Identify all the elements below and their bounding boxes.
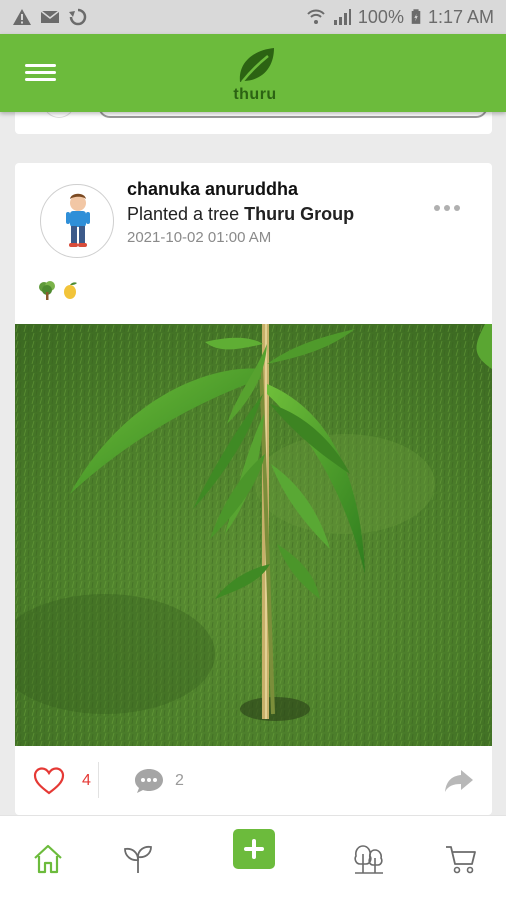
signal-icon — [333, 9, 351, 25]
wifi-icon — [307, 9, 325, 24]
tree-icon — [39, 281, 55, 300]
app-bar: thuru — [0, 34, 506, 112]
more-options-icon[interactable] — [434, 205, 460, 211]
action-text: Planted a tree — [127, 204, 245, 224]
bottom-navigation — [0, 815, 506, 900]
mail-icon — [40, 10, 60, 23]
warning-icon — [13, 9, 31, 25]
mango-sapling-photo — [15, 324, 492, 746]
user-name[interactable]: chanuka anuruddha — [127, 177, 417, 201]
battery-percent: 100% — [357, 6, 404, 27]
post-badges — [37, 279, 79, 301]
clock: 1:17 AM — [427, 6, 494, 27]
post-card: chanuka anuruddha Planted a tree Thuru G… — [15, 163, 492, 815]
logo-text: thuru — [233, 86, 277, 103]
group-link[interactable]: Thuru Group — [244, 204, 354, 224]
mango-icon — [64, 282, 77, 299]
avatar[interactable] — [40, 184, 114, 258]
add-icon[interactable] — [233, 829, 275, 869]
forest-icon[interactable] — [352, 842, 386, 876]
sprout-icon[interactable] — [121, 842, 155, 876]
share-icon[interactable] — [443, 766, 475, 796]
post-photo[interactable] — [15, 324, 492, 746]
leaf-logo-icon — [239, 48, 274, 83]
comment-count: 2 — [175, 772, 184, 789]
heart-icon[interactable] — [33, 766, 65, 796]
cart-icon[interactable] — [444, 842, 478, 876]
sync-icon — [69, 8, 87, 26]
user-avatar-icon — [66, 193, 90, 247]
post-header: chanuka anuruddha Planted a tree Thuru G… — [127, 177, 417, 246]
action-divider — [98, 762, 99, 798]
status-bar: 100% 1:17 AM — [0, 0, 506, 34]
app-logo: thuru — [228, 44, 282, 104]
hamburger-icon[interactable] — [25, 64, 56, 82]
post-actions: 4 2 — [15, 746, 492, 815]
like-count: 4 — [82, 772, 91, 789]
post-timestamp: 2021-10-02 01:00 AM — [127, 229, 272, 246]
battery-icon — [411, 9, 421, 24]
home-icon[interactable] — [31, 842, 65, 876]
post-description: Planted a tree Thuru Group — [127, 201, 417, 227]
comment-icon[interactable] — [133, 766, 165, 796]
